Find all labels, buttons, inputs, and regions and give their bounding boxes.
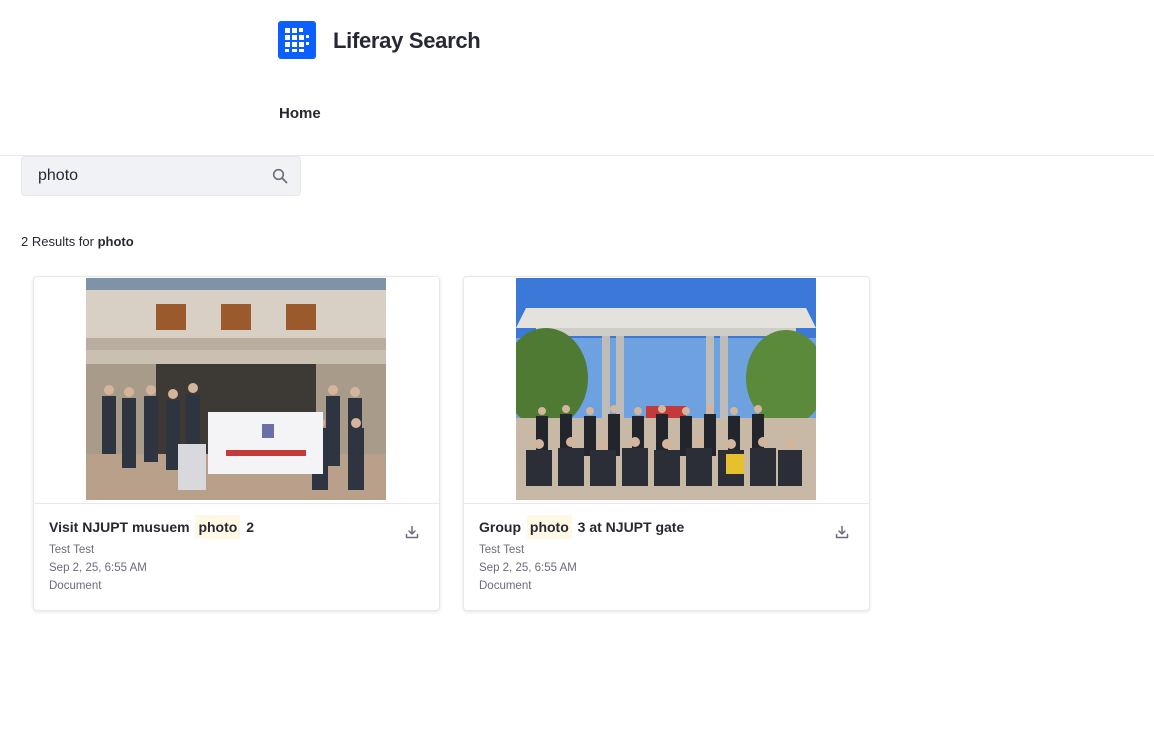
- result-thumbnail-gate[interactable]: [516, 278, 816, 500]
- logo-grid-graphic: [285, 28, 309, 52]
- result-title[interactable]: Group photo 3 at NJUPT gate: [479, 515, 685, 539]
- result-type: Document: [479, 580, 532, 592]
- result-author: Test Test: [479, 544, 525, 556]
- card-image-area: [34, 277, 439, 504]
- search-highlight: photo: [526, 515, 572, 539]
- results-query: photo: [97, 234, 134, 249]
- result-date: Sep 2, 25, 6:55 AM: [479, 562, 577, 574]
- result-title[interactable]: Visit NJUPT musuem photo 2: [49, 515, 255, 539]
- site-title[interactable]: Liferay Search: [333, 28, 481, 54]
- search-button[interactable]: [268, 164, 292, 188]
- result-title-text: 3 at NJUPT gate: [577, 519, 685, 535]
- search-input[interactable]: [38, 157, 268, 195]
- search-bar: [21, 156, 301, 196]
- result-card[interactable]: Group photo 3 at NJUPT gate Test Test Se…: [463, 276, 870, 611]
- results-count: 2 Results for: [21, 234, 98, 249]
- search-icon: [272, 168, 288, 184]
- result-title-text: 2: [246, 519, 255, 535]
- download-icon: [405, 525, 419, 539]
- nav-item-home[interactable]: Home: [279, 105, 321, 122]
- result-author: Test Test: [49, 544, 95, 556]
- result-thumbnail-museum[interactable]: [86, 278, 386, 500]
- site-header: Liferay Search Home: [0, 0, 1154, 156]
- download-icon: [835, 525, 849, 539]
- download-button[interactable]: [405, 525, 423, 543]
- liferay-logo-icon[interactable]: [278, 21, 316, 59]
- results-summary: 2 Results for photo: [21, 234, 134, 249]
- result-title-text: Group: [479, 519, 521, 535]
- result-title-text: Visit NJUPT musuem: [49, 519, 190, 535]
- search-highlight: photo: [195, 515, 241, 539]
- card-image-area: [464, 277, 869, 504]
- result-date: Sep 2, 25, 6:55 AM: [49, 562, 147, 574]
- result-type: Document: [49, 580, 102, 592]
- result-card[interactable]: Visit NJUPT musuem photo 2 Test Test Sep…: [33, 276, 440, 611]
- download-button[interactable]: [835, 525, 853, 543]
